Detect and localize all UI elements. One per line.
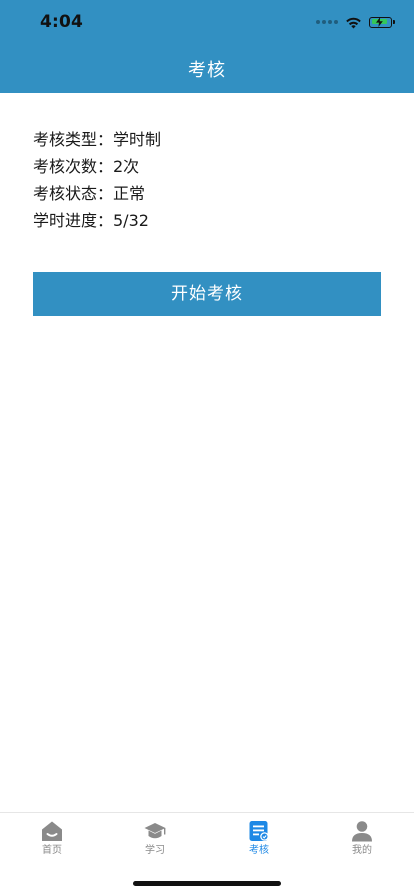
home-indicator[interactable] — [133, 881, 281, 886]
status-time: 4:04 — [40, 12, 84, 32]
app-header: 4:04 考核 — [0, 0, 414, 93]
status-indicators — [316, 14, 395, 30]
exam-status-row: 考核状态：正常 — [33, 184, 146, 203]
tab-exam-label: 考核 — [249, 845, 269, 856]
tab-home-label: 首页 — [42, 845, 62, 856]
page-title: 考核 — [188, 60, 226, 81]
tab-study[interactable]: 学习 — [103, 819, 207, 863]
user-icon — [352, 821, 372, 842]
graduation-cap-icon — [144, 823, 166, 839]
home-icon — [42, 821, 62, 841]
tab-exam[interactable]: 考核 — [207, 819, 311, 863]
exam-count-row: 考核次数：2次 — [33, 157, 140, 176]
wifi-icon — [346, 17, 361, 28]
battery-icon — [369, 16, 395, 28]
exam-icon — [249, 821, 269, 841]
start-exam-button[interactable]: 开始考核 — [33, 272, 381, 316]
exam-type-row: 考核类型：学时制 — [33, 130, 162, 149]
tab-home[interactable]: 首页 — [0, 819, 104, 863]
tab-mine[interactable]: 我的 — [310, 819, 414, 863]
tab-mine-label: 我的 — [352, 845, 372, 856]
exam-info: 考核类型：学时制 考核次数：2次 考核状态：正常 学时进度：5/32 — [33, 126, 161, 234]
charging-bolt-icon — [376, 16, 383, 27]
cellular-signal-icon — [316, 20, 338, 24]
study-progress-row: 学时进度：5/32 — [33, 211, 149, 230]
tab-study-label: 学习 — [145, 845, 165, 856]
